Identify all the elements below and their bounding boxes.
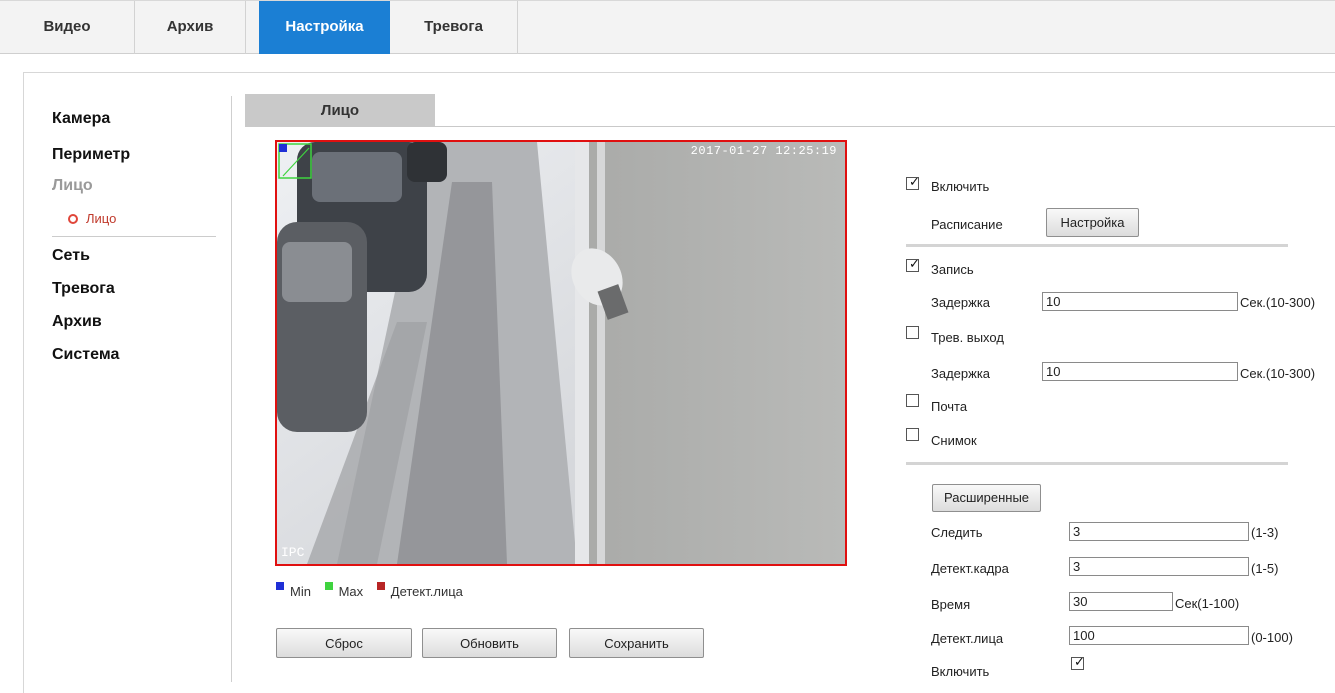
frame-detect-input[interactable]: 3 [1069, 557, 1249, 576]
record-delay-input[interactable]: 10 [1042, 292, 1238, 311]
sidebar-subitem-face[interactable]: Лицо [68, 211, 116, 226]
track-input[interactable]: 3 [1069, 522, 1249, 541]
settings-divider-1 [906, 244, 1288, 247]
alarm-delay-label: Задержка [931, 366, 991, 381]
check-icon: ✓ [1074, 654, 1085, 669]
legend-face-label: Детект.лица [390, 584, 463, 599]
refresh-button[interactable]: Обновить [422, 628, 557, 658]
legend-max-swatch [324, 582, 333, 590]
legend-face-swatch [376, 582, 385, 590]
tab-archive[interactable]: Архив [135, 1, 246, 54]
face-detect-input[interactable]: 100 [1069, 626, 1249, 645]
sidebar-item-camera[interactable]: Камера [52, 110, 110, 128]
snapshot-label: Снимок [931, 433, 977, 448]
video-preview[interactable]: 2017-01-27 12:25:19 IPC [275, 140, 847, 566]
enable-checkbox[interactable]: ✓ [906, 174, 920, 190]
frame-detect-range: (1-5) [1251, 561, 1279, 576]
schedule-label: Расписание [931, 217, 1003, 232]
alarm-out-label: Трев. выход [931, 330, 1004, 345]
tab-settings[interactable]: Настройка [259, 1, 390, 54]
time-input[interactable]: 30 [1069, 592, 1173, 611]
sidebar-subitem-label: Лицо [86, 211, 117, 226]
track-range: (1-3) [1251, 525, 1279, 540]
selected-dot-icon [68, 213, 78, 224]
sidebar-item-archive[interactable]: Архив [52, 313, 102, 331]
sidebar-item-face[interactable]: Лицо [52, 177, 93, 195]
alarm-delay-input[interactable]: 10 [1042, 362, 1238, 381]
sidebar-item-alarm[interactable]: Тревога [52, 280, 115, 298]
frame-detect-label: Детект.кадра [931, 561, 1009, 576]
record-label: Запись [931, 262, 974, 277]
record-delay-label: Задержка [931, 295, 991, 310]
track-label: Следить [931, 525, 983, 540]
time-label: Время [931, 597, 971, 612]
save-button[interactable]: Сохранить [569, 628, 704, 658]
enable-advanced-label: Включить [931, 664, 990, 679]
check-icon: ✓ [909, 256, 920, 271]
sidebar-divider [52, 236, 216, 237]
schedule-settings-button[interactable]: Настройка [1046, 208, 1139, 237]
mail-checkbox[interactable] [906, 394, 919, 407]
sidebar-separator [231, 96, 232, 682]
sidebar-item-system[interactable]: Система [52, 346, 119, 364]
legend: Min Max Детект.лица [276, 582, 463, 599]
alarm-out-checkbox[interactable] [906, 326, 919, 339]
video-timestamp: 2017-01-27 12:25:19 [690, 144, 837, 158]
time-range: Сек(1-100) [1175, 596, 1240, 611]
snapshot-checkbox[interactable] [906, 428, 919, 441]
tab-alarm[interactable]: Тревога [390, 1, 518, 54]
video-channel-label: IPC [281, 545, 305, 560]
record-delay-unit: Сек.(10-300) [1240, 295, 1316, 310]
tab-face[interactable]: Лицо [245, 94, 435, 127]
tab-video[interactable]: Видео [0, 1, 135, 54]
legend-max-label: Max [338, 584, 364, 599]
enable-label: Включить [931, 179, 990, 194]
face-detect-label: Детект.лица [931, 631, 1004, 646]
top-navigation: Видео Архив Настройка Тревога [0, 0, 1335, 54]
face-detect-range: (0-100) [1251, 630, 1293, 645]
settings-divider-2 [906, 462, 1288, 465]
mail-label: Почта [931, 399, 968, 414]
reset-button[interactable]: Сброс [276, 628, 412, 658]
legend-min-label: Min [290, 584, 311, 599]
section-divider [245, 126, 1335, 127]
alarm-delay-unit: Сек.(10-300) [1240, 366, 1316, 381]
advanced-button[interactable]: Расширенные [932, 484, 1041, 512]
record-checkbox[interactable]: ✓ [906, 256, 920, 272]
enable-advanced-checkbox[interactable]: ✓ [1071, 654, 1085, 670]
sidebar-item-network[interactable]: Сеть [52, 247, 90, 265]
camera-image [277, 142, 845, 564]
legend-min-swatch [276, 582, 284, 590]
check-icon: ✓ [909, 174, 920, 189]
sidebar-item-perimeter[interactable]: Периметр [52, 146, 130, 164]
